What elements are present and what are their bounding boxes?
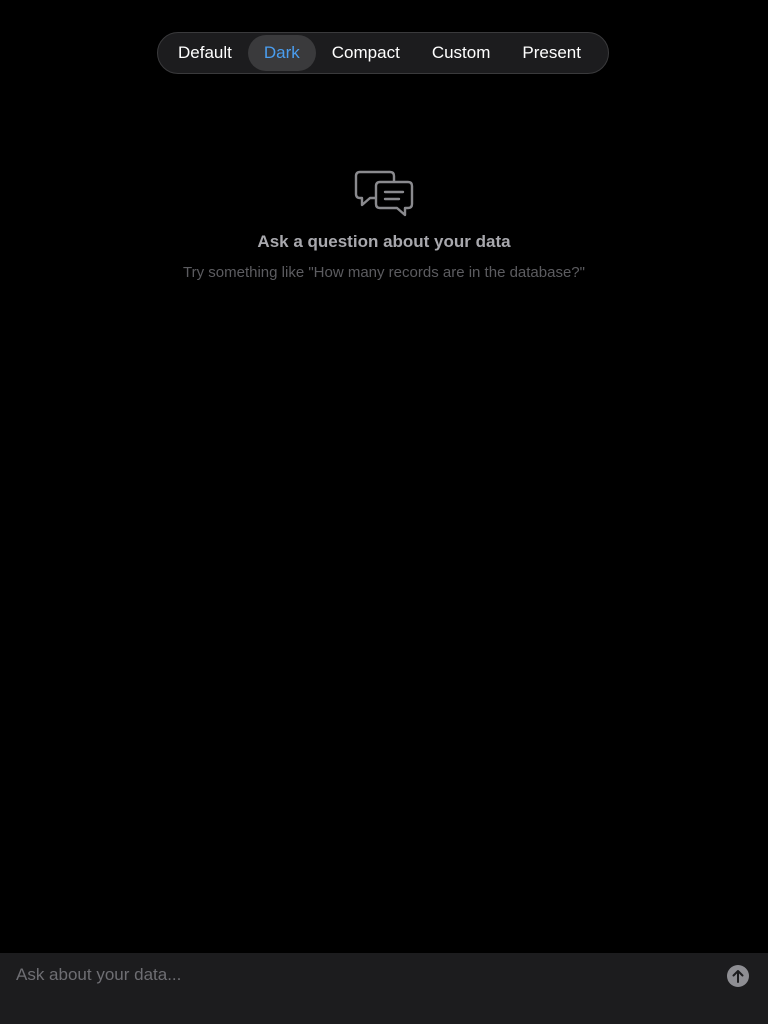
arrow-up-icon bbox=[732, 970, 744, 983]
segment-compact[interactable]: Compact bbox=[316, 35, 416, 71]
segment-present[interactable]: Present bbox=[506, 35, 597, 71]
chat-bubbles-icon bbox=[354, 170, 414, 217]
theme-segmented-control: Default Dark Compact Custom Present bbox=[157, 32, 609, 74]
app-screen: Default Dark Compact Custom Present Ask … bbox=[0, 0, 768, 1024]
empty-state: Ask a question about your data Try somet… bbox=[0, 168, 768, 281]
composer-bar bbox=[0, 953, 768, 1024]
send-button[interactable] bbox=[727, 965, 749, 987]
segment-dark[interactable]: Dark bbox=[247, 35, 316, 71]
empty-state-title: Ask a question about your data bbox=[257, 232, 511, 251]
question-input[interactable] bbox=[16, 963, 706, 987]
empty-state-subtitle: Try something like "How many records are… bbox=[183, 264, 585, 281]
segment-default[interactable]: Default bbox=[162, 35, 248, 71]
segment-custom[interactable]: Custom bbox=[416, 35, 507, 71]
